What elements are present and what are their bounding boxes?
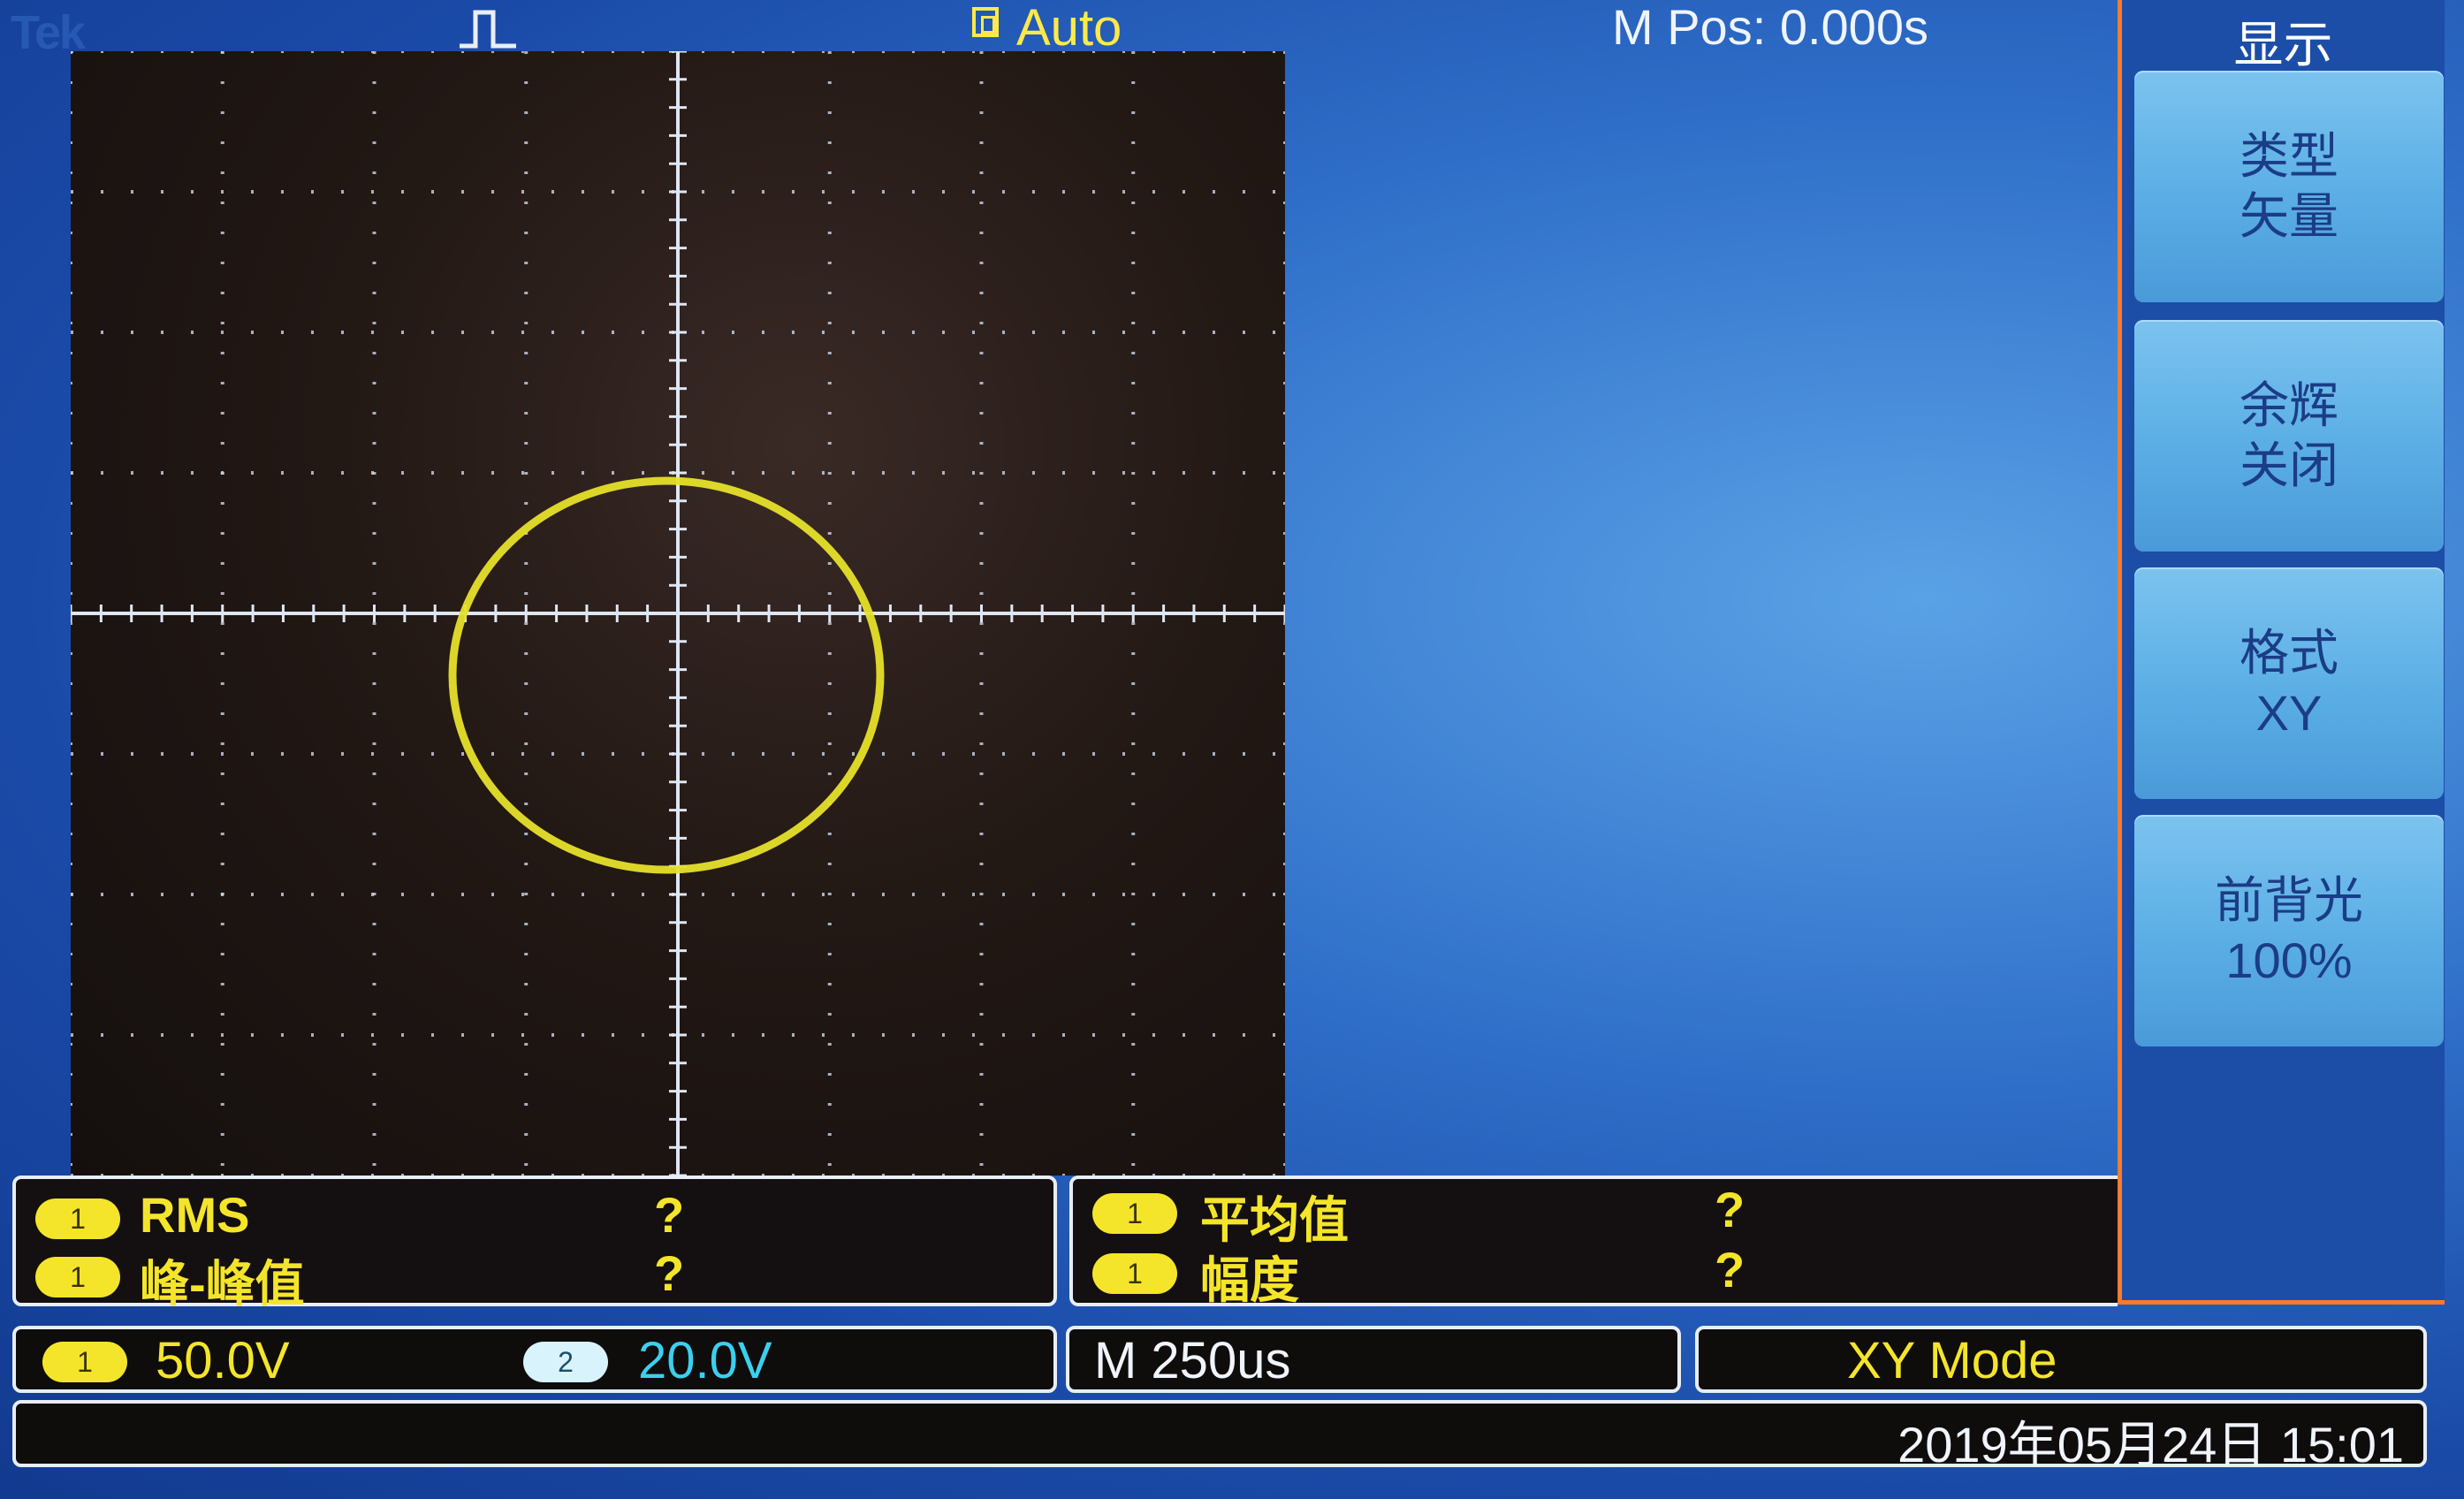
xy-trace [448,476,885,874]
menu-button-type-label: 类型 [2240,128,2339,184]
measurement-value: ? [1715,1242,1745,1297]
menu-button-type-value: 矢量 [2240,188,2339,244]
channel-1-scale[interactable]: 50.0V [156,1331,290,1390]
menu-button-backlight-value: 100% [2225,932,2353,988]
menu-button-format[interactable]: 格式 XY [2134,567,2444,799]
trigger-pulse-icon [460,10,516,49]
channel-1-badge: 1 [35,1257,120,1297]
oscilloscope-screen: Tek Auto M Pos: 0.000s 显示 类型 矢量 余辉 关闭 格式… [0,0,2464,1499]
measurement-label: 幅度 [1200,1252,1299,1308]
date-time-bar: 2019年05月24日 15:01 [12,1400,2427,1472]
channel-2-scale[interactable]: 20.0V [638,1331,772,1390]
channel-2-badge: 2 [523,1342,608,1382]
timebase-bar: M 250us [1066,1326,1681,1393]
display-menu: 显示 类型 矢量 余辉 关闭 格式 XY 前背光 100% [2118,0,2445,1305]
acquisition-mode[interactable]: Auto [1016,0,1122,57]
channel-1-badge: 1 [42,1342,127,1382]
acquisition-icon [972,7,999,37]
menu-button-persistence[interactable]: 余辉 关闭 [2134,320,2444,552]
menu-button-format-value: XY [2255,685,2323,741]
menu-button-backlight[interactable]: 前背光 100% [2134,815,2444,1046]
graticule [71,51,1285,1176]
measurement-panel-left: 1 RMS ? 1 峰-峰值 ? [12,1176,1057,1312]
horizontal-position-readout: M Pos: 0.000s [1612,0,1928,55]
measurement-value: ? [654,1187,685,1243]
menu-button-backlight-label: 前背光 [2215,872,2363,928]
menu-button-persistence-label: 余辉 [2240,377,2339,433]
menu-button-type[interactable]: 类型 矢量 [2134,71,2444,302]
date-time-readout: 2019年05月24日 15:01 [1897,1417,2404,1472]
channel-1-badge: 1 [35,1198,120,1239]
measurement-label: 峰-峰值 [140,1256,305,1312]
measurement-value: ? [654,1245,685,1301]
display-mode-readout: XY Mode [1847,1332,2057,1389]
menu-button-format-label: 格式 [2240,625,2339,681]
measurement-panel-right: 1 平均值 ? 1 幅度 ? [1069,1176,2118,1308]
mode-bar: XY Mode [1695,1326,2427,1393]
measurement-value: ? [1715,1182,1745,1237]
xy-plot-area [71,51,1285,1176]
channel-scale-bar: 1 50.0V 2 20.0V [12,1326,1057,1393]
timebase-readout[interactable]: M 250us [1094,1331,1290,1390]
measurement-label: RMS [140,1187,250,1243]
menu-title: 显示 [2233,17,2333,72]
channel-1-badge: 1 [1092,1253,1177,1294]
channel-1-badge: 1 [1092,1193,1177,1234]
menu-button-persistence-value: 关闭 [2240,438,2339,493]
